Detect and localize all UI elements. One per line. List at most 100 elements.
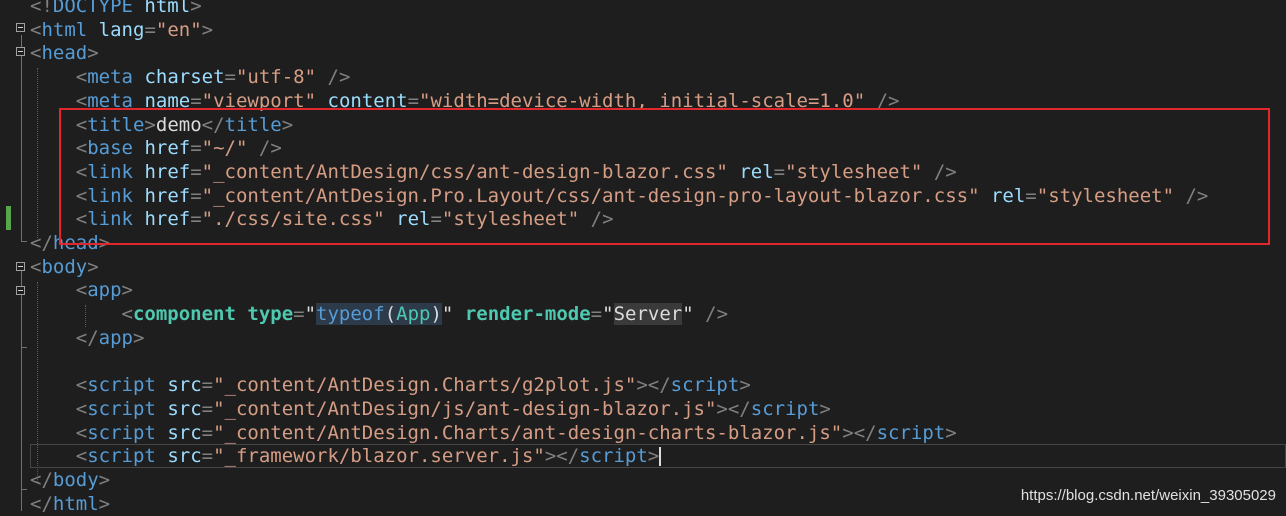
code-token: < xyxy=(121,303,133,326)
fold-html-icon[interactable] xyxy=(16,23,25,32)
code-token: app xyxy=(98,326,133,349)
code-token: html xyxy=(144,0,191,17)
code-token: > xyxy=(87,42,99,65)
code-token: = xyxy=(590,303,603,326)
code-token: DOCTYPE xyxy=(52,0,133,17)
code-token: " xyxy=(441,303,454,326)
code-token: script xyxy=(87,397,156,420)
code-token: /> xyxy=(705,303,729,326)
code-token: meta xyxy=(87,66,133,89)
code-token: src xyxy=(167,397,202,420)
code-token: typeof xyxy=(316,303,385,326)
code-token: head xyxy=(41,42,88,65)
code-token: "_content/AntDesign/js/ant-design-blazor… xyxy=(213,397,717,420)
code-token: > xyxy=(132,326,145,349)
fold-body-icon[interactable] xyxy=(16,262,25,271)
code-line-component[interactable]: <component type="typeof(App)" render-mod… xyxy=(30,302,728,326)
code-line-html-open[interactable]: <html lang="en"> xyxy=(30,18,213,42)
code-token: > xyxy=(819,397,831,420)
code-token: " xyxy=(304,303,317,326)
code-token: component xyxy=(132,303,236,326)
code-token: charset xyxy=(144,66,225,89)
code-token: script xyxy=(750,397,820,420)
code-token: " xyxy=(682,303,694,326)
fold-head-icon[interactable] xyxy=(16,47,25,56)
code-token: "en" xyxy=(155,18,202,41)
code-token: = xyxy=(144,18,156,41)
body-fold-guide xyxy=(21,271,22,511)
code-token: script xyxy=(579,445,648,468)
code-token: script xyxy=(87,421,156,444)
code-token: src xyxy=(167,374,202,397)
watermark-url: https://blog.csdn.net/weixin_39305029 xyxy=(1020,487,1276,504)
code-line-head-open[interactable]: <head> xyxy=(30,41,99,65)
code-token: < xyxy=(75,421,88,444)
code-token: = xyxy=(201,421,214,444)
code-line-script-charts[interactable]: <script src="_content/AntDesign.Charts/a… xyxy=(30,421,957,445)
code-line-doctype[interactable]: <!DOCTYPE html> xyxy=(30,0,202,18)
code-token: script xyxy=(670,374,740,397)
code-token: < xyxy=(75,445,88,468)
code-token: Server xyxy=(613,303,683,326)
code-token: < xyxy=(75,279,88,302)
code-line-html-close[interactable]: </html> xyxy=(30,492,110,516)
code-token: " xyxy=(602,303,614,326)
code-token: </ xyxy=(75,326,99,349)
code-token: html xyxy=(52,492,99,515)
code-token: "_content/AntDesign.Charts/ant-design-ch… xyxy=(213,421,843,444)
code-token: type xyxy=(247,303,294,326)
code-token: = xyxy=(201,445,214,468)
code-token: src xyxy=(167,421,202,444)
code-line-meta-charset[interactable]: <meta charset="utf-8" /> xyxy=(30,65,351,89)
change-indicator xyxy=(6,206,11,230)
code-line-script-ant-design[interactable]: <script src="_content/AntDesign/js/ant-d… xyxy=(30,397,831,421)
code-line-body-close[interactable]: </body> xyxy=(30,468,110,492)
code-token: > xyxy=(190,0,202,17)
code-token: "utf-8" xyxy=(235,66,317,89)
code-token: = xyxy=(293,303,305,326)
code-token: = xyxy=(201,397,214,420)
code-token: </ xyxy=(30,232,53,254)
annotation-highlight-box xyxy=(59,108,1270,245)
code-token: < xyxy=(30,42,42,65)
code-token: > xyxy=(98,469,111,491)
code-token: /> xyxy=(327,66,351,89)
fold-app-icon[interactable] xyxy=(16,286,25,295)
code-token: html xyxy=(41,18,88,41)
code-token: > xyxy=(945,421,957,444)
editor-gutter xyxy=(0,0,30,512)
code-line-script-g2plot[interactable]: <script src="_content/AntDesign.Charts/g… xyxy=(30,373,751,397)
code-line-body-open[interactable]: <body> xyxy=(30,255,99,279)
code-token: <! xyxy=(30,0,53,17)
code-token: ) xyxy=(430,303,442,326)
code-token: src xyxy=(167,445,202,468)
code-line-app-open[interactable]: <app> xyxy=(30,278,133,302)
code-line-script-blazor-server[interactable]: <script src="_framework/blazor.server.js… xyxy=(30,444,662,468)
code-token: > xyxy=(98,492,111,515)
code-token: < xyxy=(75,374,88,397)
code-editor[interactable]: <!DOCTYPE html> <html lang="en"> <head> <m… xyxy=(0,0,1286,515)
code-token: > xyxy=(647,445,660,468)
code-token: script xyxy=(876,421,946,444)
code-token: body xyxy=(41,255,88,278)
fold-end-marker xyxy=(21,489,27,490)
code-line-app-close[interactable]: </app> xyxy=(30,326,145,350)
code-token: > xyxy=(87,255,99,278)
code-token: render-mode xyxy=(464,303,591,326)
code-token: </ xyxy=(30,492,53,515)
code-token: ></ xyxy=(636,374,671,397)
code-token: ></ xyxy=(544,445,580,468)
code-token: ></ xyxy=(716,397,751,420)
